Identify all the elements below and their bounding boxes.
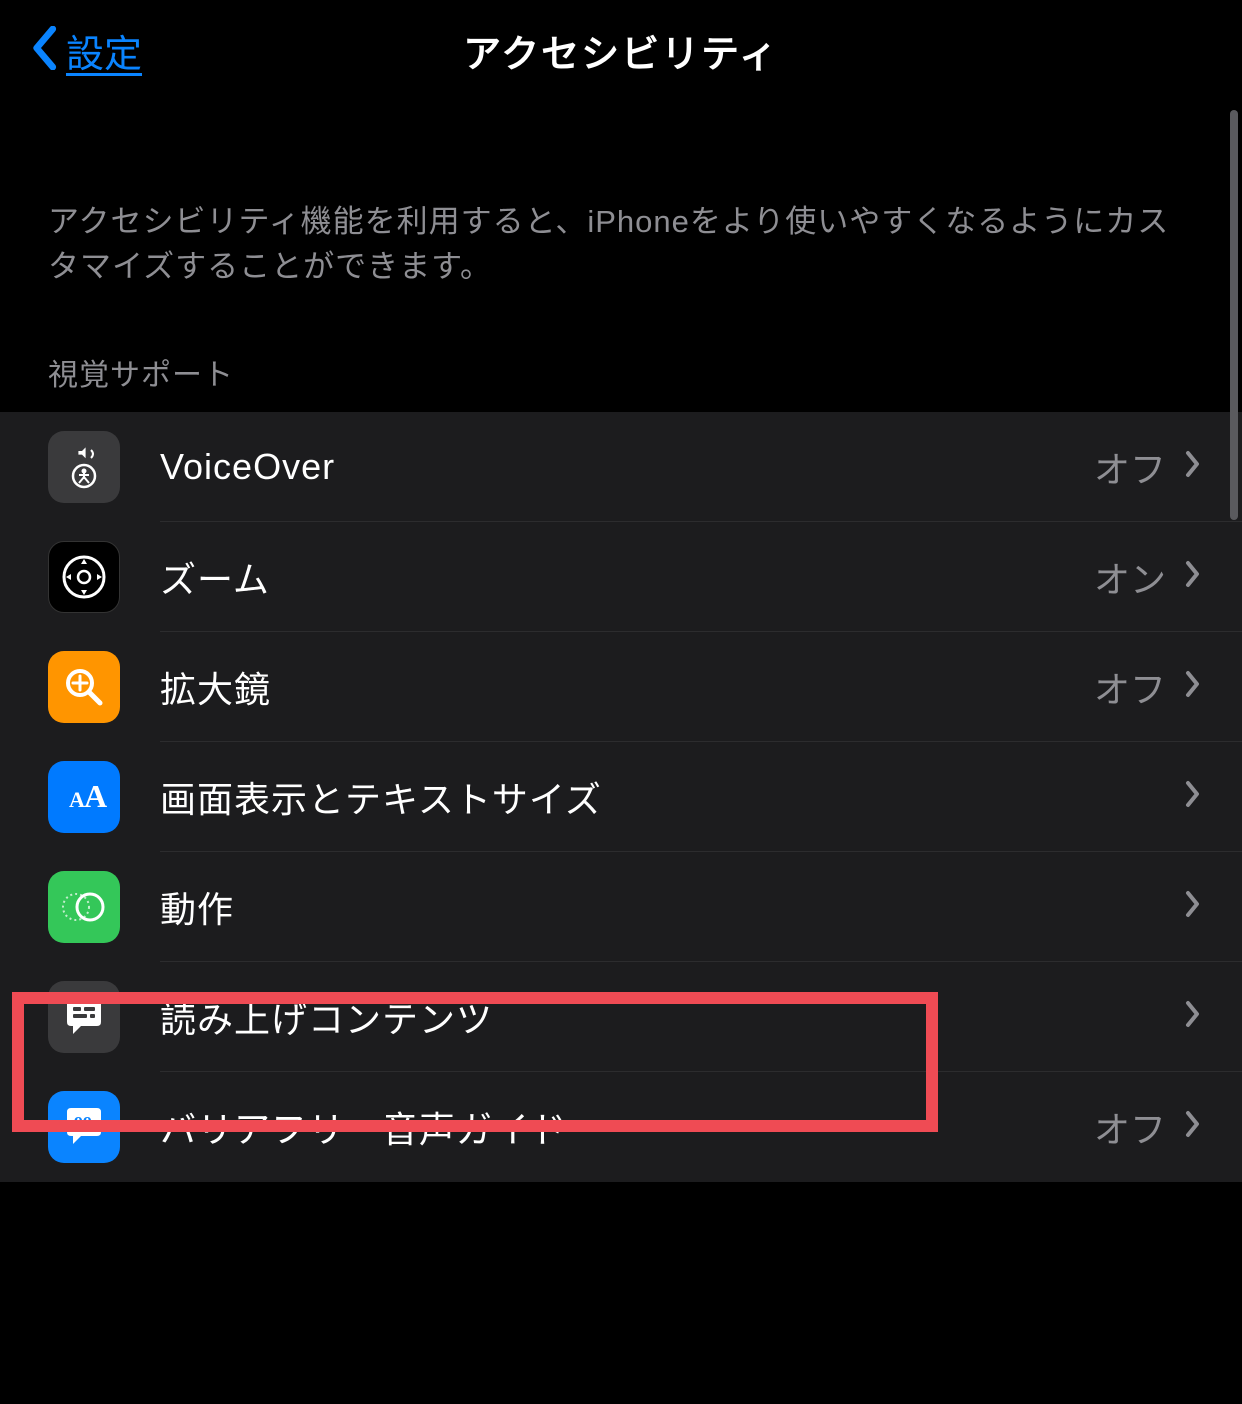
text-size-icon: A A (48, 761, 120, 833)
chevron-right-icon (1184, 449, 1202, 484)
motion-icon (48, 871, 120, 943)
chevron-right-icon (1184, 779, 1202, 814)
section-header-vision: 視覚サポート (0, 350, 1242, 412)
row-magnifier[interactable]: 拡大鏡 オフ (0, 632, 1242, 742)
back-label: 設定 (66, 23, 142, 78)
magnifier-icon (48, 651, 120, 723)
row-value: オフ (1094, 1101, 1166, 1153)
voiceover-icon (48, 431, 120, 503)
spoken-content-icon (48, 981, 120, 1053)
row-value: オフ (1094, 661, 1166, 713)
chevron-right-icon (1184, 999, 1202, 1034)
chevron-right-icon (1184, 1109, 1202, 1144)
chevron-right-icon (1184, 889, 1202, 924)
content-area: アクセシビリティ機能を利用すると、iPhoneをより使いやすくなるようにカスタマ… (0, 100, 1242, 1404)
row-value: オフ (1094, 441, 1166, 493)
row-label: VoiceOver (160, 446, 1094, 488)
svg-text:99: 99 (74, 1113, 92, 1133)
row-label: ズーム (160, 551, 1094, 603)
svg-text:A: A (84, 778, 107, 814)
navigation-bar: 設定 アクセシビリティ (0, 0, 1242, 100)
row-zoom[interactable]: ズーム オン (0, 522, 1242, 632)
row-spoken-content[interactable]: 読み上げコンテンツ (0, 962, 1242, 1072)
chevron-right-icon (1184, 559, 1202, 594)
row-audio-descriptions[interactable]: 99 バリアフリー音声ガイド オフ (0, 1072, 1242, 1182)
row-value: オン (1094, 551, 1166, 603)
audio-descriptions-icon: 99 (48, 1091, 120, 1163)
vision-settings-list: VoiceOver オフ ズーム オン (0, 412, 1242, 1182)
zoom-icon (48, 541, 120, 613)
row-label: バリアフリー音声ガイド (160, 1101, 1094, 1153)
row-label: 拡大鏡 (160, 661, 1094, 713)
row-voiceover[interactable]: VoiceOver オフ (0, 412, 1242, 522)
row-motion[interactable]: 動作 (0, 852, 1242, 962)
row-label: 動作 (160, 881, 1166, 933)
description-text: アクセシビリティ機能を利用すると、iPhoneをより使いやすくなるようにカスタマ… (0, 100, 1242, 350)
back-button[interactable]: 設定 (30, 23, 142, 78)
chevron-right-icon (1184, 669, 1202, 704)
svg-text:A: A (69, 787, 85, 812)
scrollbar-thumb[interactable] (1230, 110, 1238, 520)
row-label: 画面表示とテキストサイズ (160, 771, 1166, 823)
chevron-left-icon (30, 26, 58, 75)
row-display-text-size[interactable]: A A 画面表示とテキストサイズ (0, 742, 1242, 852)
row-label: 読み上げコンテンツ (160, 991, 1166, 1043)
page-title: アクセシビリティ (463, 23, 779, 78)
